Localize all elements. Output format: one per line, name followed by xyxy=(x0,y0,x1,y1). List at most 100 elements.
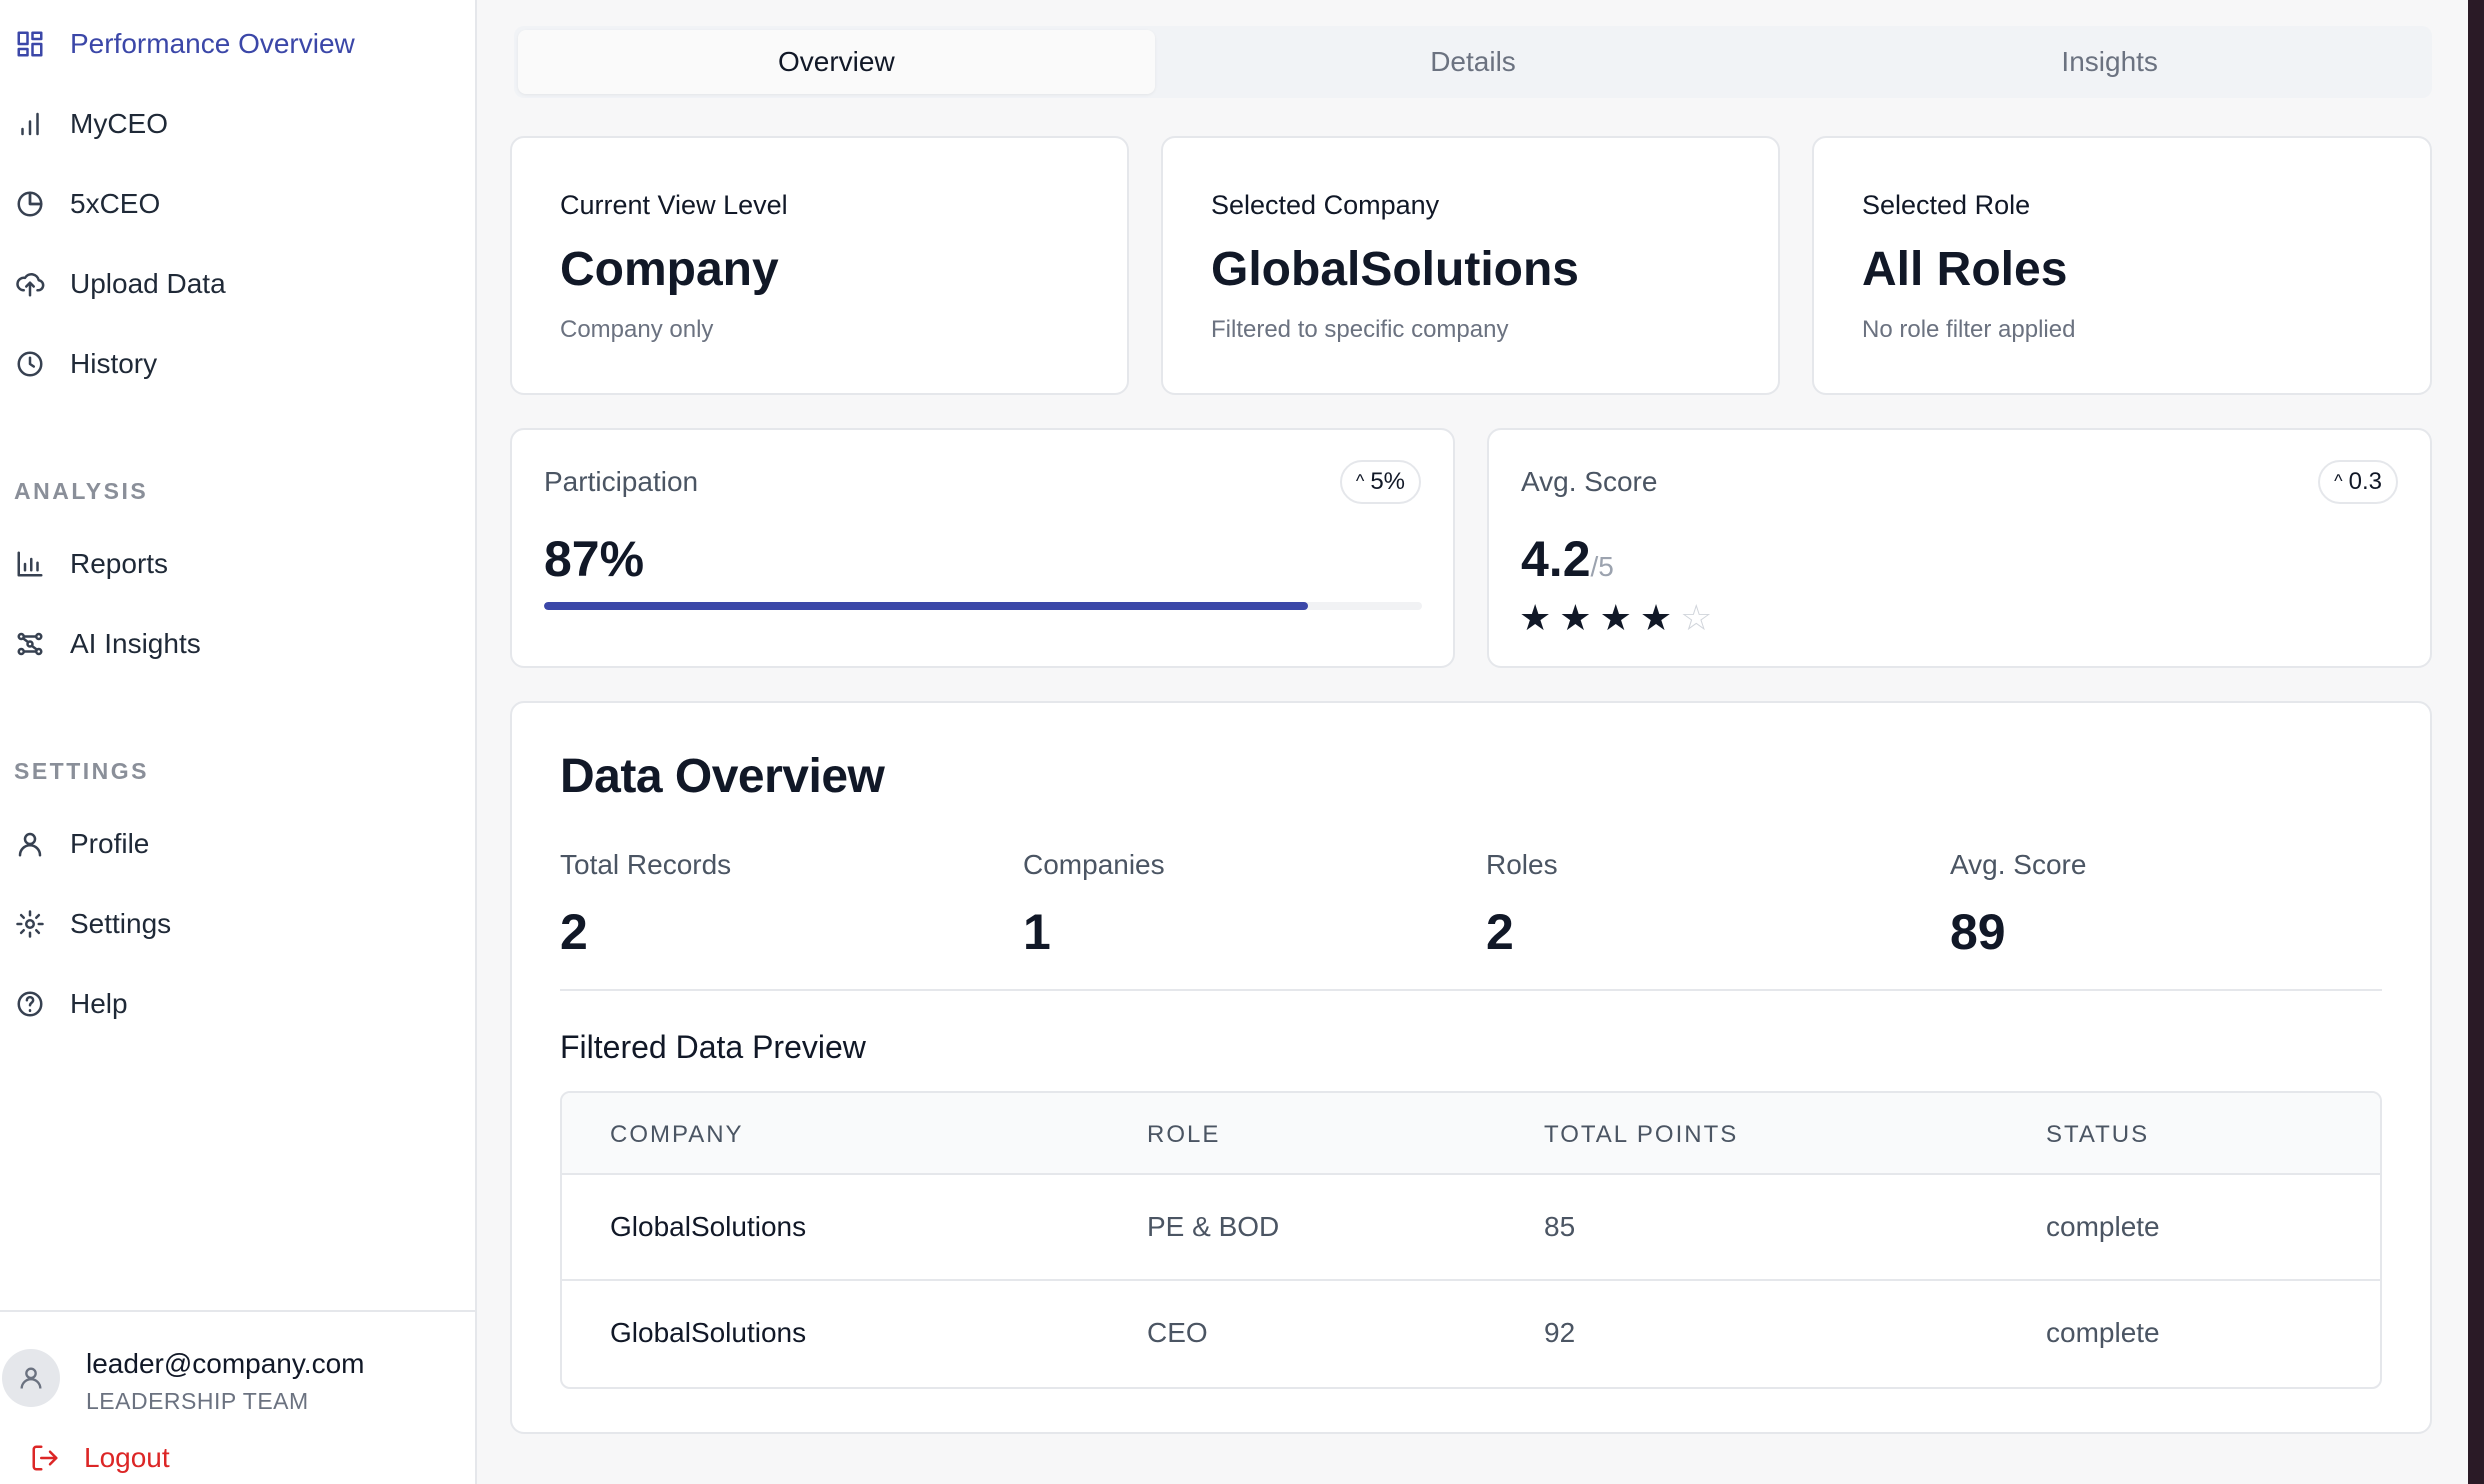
sidebar: Performance Overview MyCEO 5xCEO Upload … xyxy=(0,0,477,1484)
pie-chart-icon xyxy=(14,188,46,220)
nav-upload-data[interactable]: Upload Data xyxy=(14,254,226,314)
tab-overview[interactable]: Overview xyxy=(518,30,1155,94)
avg-score-value: 4.2/5 xyxy=(1521,530,1614,588)
nav-ai-insights[interactable]: AI Insights xyxy=(14,614,201,674)
nav-settings[interactable]: Settings xyxy=(14,894,171,954)
participation-label: Participation xyxy=(544,466,699,497)
workflow-icon xyxy=(14,628,46,660)
window-edge xyxy=(2468,0,2484,1484)
nav-label: Help xyxy=(70,988,128,1019)
clock-icon xyxy=(14,348,46,380)
stat-label: Roles xyxy=(1486,849,1558,880)
selected-company-card: Selected Company GlobalSolutions Filtere… xyxy=(1161,136,1780,395)
stat-total-records: Total Records 2 xyxy=(560,849,731,961)
user-icon xyxy=(14,828,46,860)
participation-progress xyxy=(544,602,1422,610)
cell-points: 92 xyxy=(1544,1317,1576,1348)
table-row[interactable]: GlobalSolutions PE & BOD 85 complete xyxy=(562,1175,2380,1281)
star-empty-icon: ☆ xyxy=(1680,597,1713,638)
stat-companies: Companies 1 xyxy=(1023,849,1165,961)
participation-change-badge: ^ 5% xyxy=(1339,460,1421,504)
card-subtext: No role filter applied xyxy=(1862,316,2076,343)
participation-card: Participation ^ 5% 87% xyxy=(510,428,1455,668)
score-number: 4.2 xyxy=(1521,531,1591,587)
card-subtext: Company only xyxy=(560,316,714,343)
nav-help[interactable]: Help xyxy=(14,974,128,1034)
stat-avg-score: Avg. Score 89 xyxy=(1950,849,2086,961)
star-filled-icon: ★ xyxy=(1639,597,1673,638)
nav-history[interactable]: History xyxy=(14,334,157,394)
nav-myceo[interactable]: MyCEO xyxy=(14,94,168,154)
user-panel: leader@company.com LEADERSHIP TEAM Logou… xyxy=(0,1310,475,1484)
stat-value: 89 xyxy=(1950,904,2006,960)
data-preview-table: COMPANY ROLE TOTAL POINTS STATUS GlobalS… xyxy=(560,1091,2382,1389)
selected-role-card: Selected Role All Roles No role filter a… xyxy=(1812,136,2432,395)
column-header-role[interactable]: ROLE xyxy=(1147,1121,1220,1149)
card-label: Selected Role xyxy=(1862,190,2031,220)
chevron-up-icon: ^ xyxy=(2334,470,2343,491)
avg-score-change-badge: ^ 0.3 xyxy=(2318,460,2398,504)
change-value: 5% xyxy=(1370,468,1405,495)
user-team: LEADERSHIP TEAM xyxy=(86,1388,309,1414)
chart-icon xyxy=(14,548,46,580)
cell-role: PE & BOD xyxy=(1147,1211,1280,1242)
star-filled-icon: ★ xyxy=(1519,597,1552,638)
section-label-analysis: ANALYSIS xyxy=(14,478,149,504)
participation-value: 87% xyxy=(544,531,645,587)
data-overview-card: Data Overview Total Records 2 Companies … xyxy=(510,701,2432,1434)
stat-value: 1 xyxy=(1023,904,1051,960)
bar-chart-icon xyxy=(14,108,46,140)
card-value: Company xyxy=(560,243,779,296)
help-circle-icon xyxy=(14,988,46,1020)
stat-label: Avg. Score xyxy=(1950,849,2087,880)
score-denominator: /5 xyxy=(1590,551,1614,582)
cell-status: complete xyxy=(2046,1317,2160,1348)
avg-score-label: Avg. Score xyxy=(1521,466,1658,497)
card-value: All Roles xyxy=(1862,243,2068,296)
stat-value: 2 xyxy=(560,904,588,960)
logout-button[interactable]: Logout xyxy=(30,1442,170,1474)
logout-label: Logout xyxy=(84,1442,170,1473)
change-value: 0.3 xyxy=(2348,468,2382,495)
column-header-company[interactable]: COMPANY xyxy=(610,1121,744,1149)
card-subtext: Filtered to specific company xyxy=(1211,316,1509,343)
user-avatar-icon xyxy=(20,1367,42,1389)
column-header-status[interactable]: STATUS xyxy=(2046,1121,2149,1149)
star-rating: ★ ★ ★ ★ ☆ xyxy=(1519,600,1712,636)
tab-bar: Overview Details Insights xyxy=(514,26,2432,98)
nav-profile[interactable]: Profile xyxy=(14,814,149,874)
table-header: COMPANY ROLE TOTAL POINTS STATUS xyxy=(562,1093,2380,1175)
stat-value: 2 xyxy=(1486,904,1514,960)
nav-5xceo[interactable]: 5xCEO xyxy=(14,174,160,234)
chevron-up-icon: ^ xyxy=(1355,470,1365,491)
nav-label: Reports xyxy=(70,548,169,579)
cell-status: complete xyxy=(2046,1211,2160,1242)
data-overview-title: Data Overview xyxy=(560,750,885,803)
logout-icon xyxy=(32,1445,58,1471)
progress-fill xyxy=(544,602,1308,610)
section-label-settings: SETTINGS xyxy=(14,758,150,784)
nav-reports[interactable]: Reports xyxy=(14,534,168,594)
nav-label: Upload Data xyxy=(70,268,226,299)
divider xyxy=(560,989,2382,991)
cell-company: GlobalSolutions xyxy=(610,1211,807,1242)
column-header-total-points[interactable]: TOTAL POINTS xyxy=(1544,1121,1738,1149)
nav-performance-overview[interactable]: Performance Overview xyxy=(14,14,355,74)
table-row[interactable]: GlobalSolutions CEO 92 complete xyxy=(562,1281,2380,1387)
cloud-upload-icon xyxy=(14,268,46,300)
cell-role: CEO xyxy=(1147,1317,1208,1348)
tab-details[interactable]: Details xyxy=(1155,30,1792,94)
stat-roles: Roles 2 xyxy=(1486,849,1558,961)
stat-label: Total Records xyxy=(560,849,732,880)
stat-label: Companies xyxy=(1023,849,1165,880)
star-filled-icon: ★ xyxy=(1599,597,1632,638)
gear-icon xyxy=(14,908,46,940)
cell-points: 85 xyxy=(1544,1211,1576,1242)
star-filled-icon: ★ xyxy=(1559,597,1592,638)
tab-insights[interactable]: Insights xyxy=(1791,30,2428,94)
nav-label: 5xCEO xyxy=(70,188,161,219)
card-label: Current View Level xyxy=(560,190,788,220)
preview-title: Filtered Data Preview xyxy=(560,1029,866,1065)
avatar[interactable] xyxy=(2,1349,60,1407)
user-email: leader@company.com xyxy=(86,1348,365,1379)
